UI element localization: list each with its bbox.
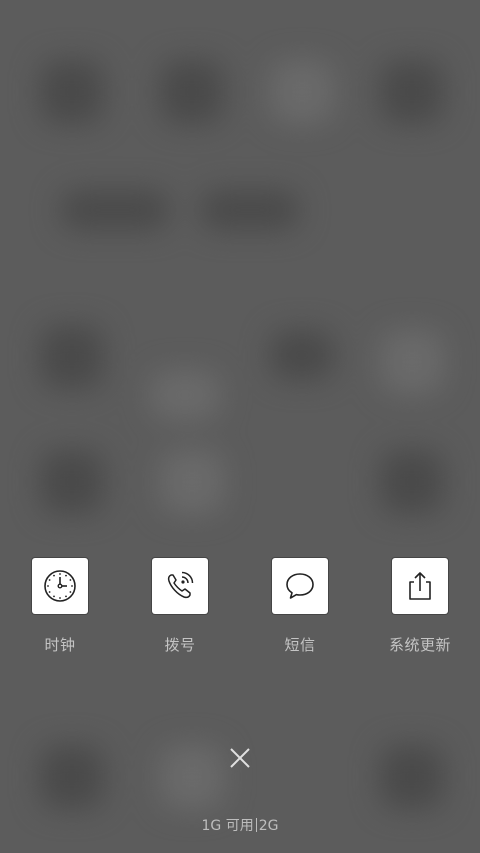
memory-status: 1G 可用 2G: [0, 815, 480, 835]
recent-app-dialer[interactable]: 拨号: [120, 558, 240, 655]
recent-app-system-update[interactable]: 系统更新: [360, 558, 480, 655]
messages-app-tile[interactable]: [272, 558, 328, 614]
clock-icon: [44, 570, 76, 602]
app-label: 时钟: [44, 636, 76, 654]
recent-apps-tray: 时钟 拨号 短信 系统更新: [0, 558, 480, 658]
app-label: 短信: [284, 636, 316, 654]
app-label: 系统更新: [388, 636, 451, 654]
close-all-button[interactable]: [224, 742, 256, 774]
app-label: 拨号: [164, 636, 196, 654]
memory-divider: [255, 818, 257, 832]
message-bubble-icon: [286, 573, 314, 599]
recent-app-clock[interactable]: 时钟: [0, 558, 120, 655]
memory-available: 1G 可用: [201, 818, 254, 834]
recent-app-messages[interactable]: 短信: [240, 558, 360, 655]
dialer-app-tile[interactable]: [152, 558, 208, 614]
recent-apps-screen: 时钟 拨号 短信 系统更新 1G 可用 2G: [0, 0, 480, 853]
memory-total: 2G: [258, 818, 279, 834]
system-update-app-tile[interactable]: [392, 558, 448, 614]
blurred-home-background: [0, 0, 480, 853]
share-upload-icon: [409, 572, 431, 600]
clock-app-tile[interactable]: [32, 558, 88, 614]
close-icon: [230, 748, 250, 768]
phone-icon: [167, 571, 194, 599]
